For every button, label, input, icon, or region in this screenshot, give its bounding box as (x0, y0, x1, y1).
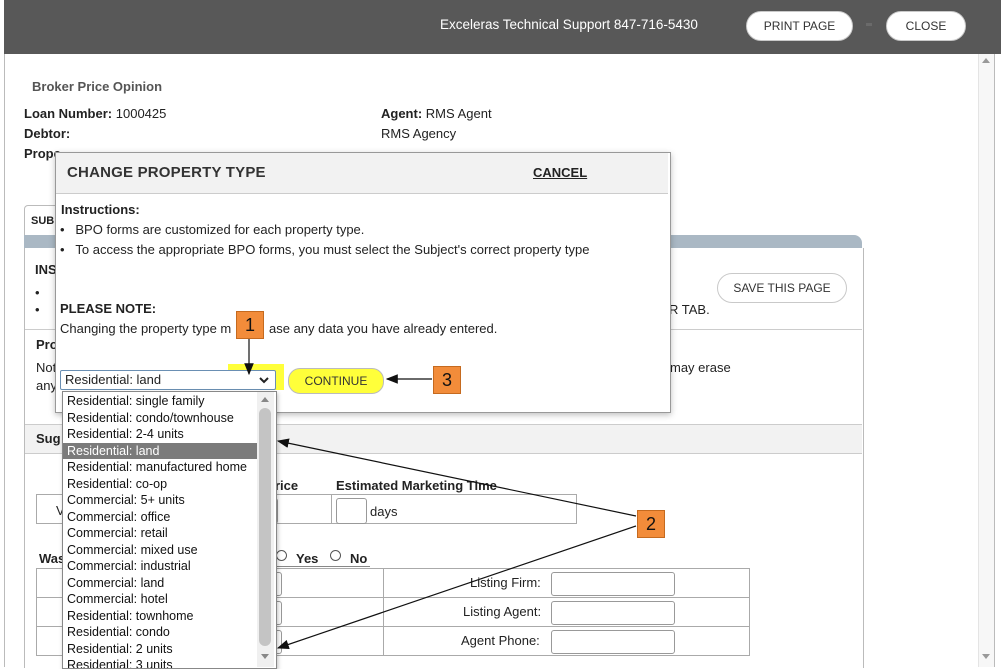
annotation-arrows (244, 339, 637, 650)
arrow-2a (276, 438, 637, 517)
callout-3: 3 (433, 366, 461, 394)
arrow-2b (276, 525, 637, 650)
callout-1: 1 (236, 311, 264, 339)
callout-2: 2 (637, 510, 665, 538)
